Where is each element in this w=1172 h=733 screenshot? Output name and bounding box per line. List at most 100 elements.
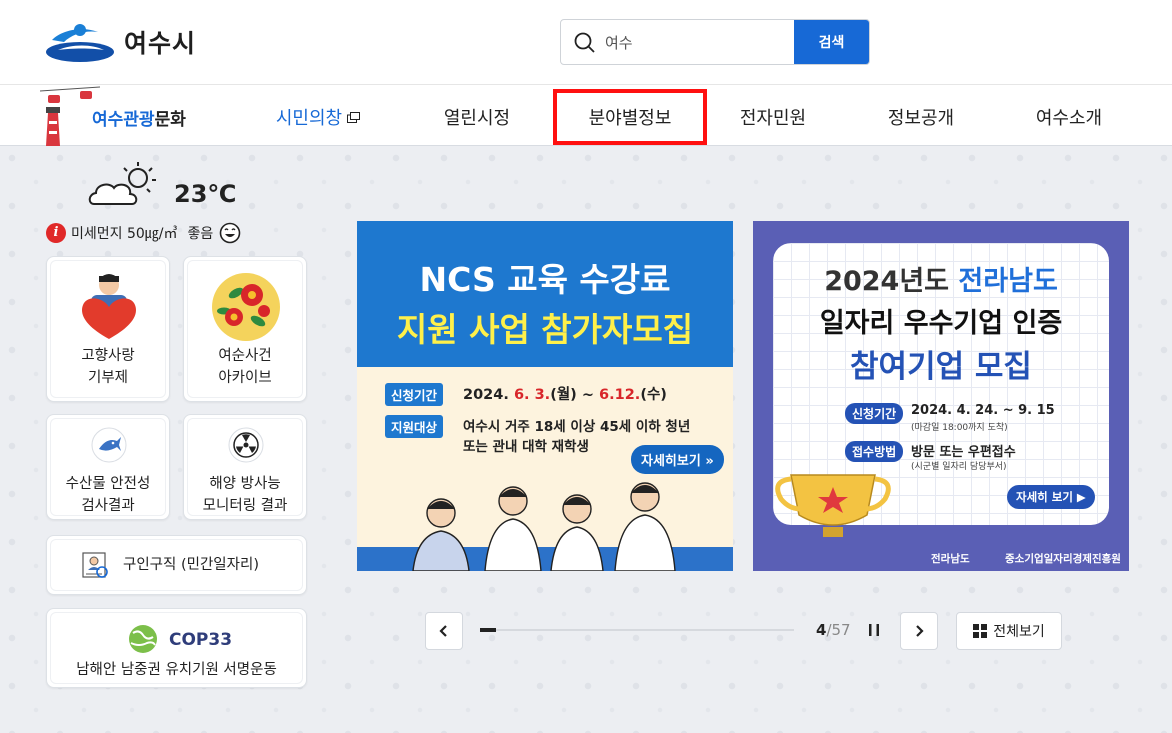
nav-label: 시민의창	[275, 108, 343, 129]
banner2-period: 2024. 4. 24. ~ 9. 15	[911, 403, 1055, 418]
view-all-button[interactable]: 전체보기	[956, 612, 1062, 650]
trophy-icon	[775, 474, 891, 537]
tile-hometown-donation[interactable]: 고향사랑 기부제	[46, 256, 170, 402]
search-icon	[574, 32, 595, 53]
period-part: 2024.	[463, 387, 509, 403]
banner1-title-line2: 지원 사업 참가자모집	[396, 310, 694, 349]
slider-counter: 4/57	[816, 621, 851, 639]
tour-label-black: 문화	[154, 110, 186, 130]
dust-label: 미세먼지 50㎍/㎥	[71, 226, 178, 242]
banner1-target-line2: 또는 관내 대학 재학생	[463, 439, 589, 455]
tour-label-blue: 여수관광	[92, 110, 155, 130]
banner2-method-sub: (시군별 일자리 담당부서)	[911, 462, 1007, 472]
tile-label-line1: 여순사건	[218, 348, 272, 364]
radiation-icon	[228, 427, 264, 463]
tile-label-line1: 해양 방사능	[209, 476, 281, 492]
chevron-left-icon	[439, 625, 447, 637]
tile-label-line1: 고향사랑	[81, 348, 135, 364]
tour-culture-label: 여수관광문화	[92, 105, 186, 130]
banner1-period: 2024. 6. 3.(월) ~ 6.12.(수)	[463, 383, 667, 404]
search-button[interactable]: 검색	[794, 20, 869, 64]
banner1-title-line1: NCS 교육 수강료	[419, 260, 671, 299]
info-icon: i	[46, 223, 66, 243]
nav-field-info[interactable]: 분야별정보	[553, 89, 707, 145]
banner2-more-button[interactable]: 자세히 보기 ▶	[1007, 485, 1095, 509]
nav-label: 여수소개	[1035, 108, 1103, 129]
tile-job-search[interactable]: 구인구직 (민간일자리)	[46, 535, 307, 595]
tile-label: 수산물 안전성 검사결과	[47, 473, 169, 517]
tile-label: 남해안 남중권 유치기원 서명운동	[76, 662, 277, 678]
site-logo[interactable]: 여수시	[42, 22, 196, 62]
cop33-globe-icon	[129, 625, 157, 653]
external-window-icon	[347, 111, 361, 123]
banner2-title-line2: 일자리 우수기업 인증	[819, 308, 1063, 339]
tile-label-line2: 모니터링 결과	[202, 498, 288, 514]
students-illustration	[357, 482, 733, 571]
slider-current: 4	[816, 621, 827, 639]
period-part: (수)	[640, 387, 667, 403]
tile-label-line2: 검사결과	[81, 498, 135, 514]
nav-about-yeosu[interactable]: 여수소개	[1010, 89, 1128, 145]
heart-person-icon	[82, 274, 136, 339]
grid-icon	[973, 624, 988, 638]
weather-widget: 23℃	[88, 160, 248, 220]
slider-progress-bar[interactable]	[480, 628, 794, 632]
slider-total: 57	[831, 621, 851, 639]
search-input[interactable]	[605, 20, 795, 64]
tile-label: 해양 방사능 모니터링 결과	[184, 473, 306, 517]
banner1-target-line1: 여수시 거주 18세 이상 45세 이하 청년	[463, 419, 691, 435]
banner2-title-line1: 2024년도 전라남도	[753, 259, 1129, 298]
nav-citizen-window[interactable]: 시민의창	[258, 89, 378, 145]
period-part-highlight: 6. 3.	[513, 387, 551, 403]
nav-e-civil-service[interactable]: 전자민원	[714, 89, 832, 145]
fish-search-icon	[91, 427, 127, 463]
header: 여수시 검색	[0, 0, 1172, 85]
tile-label-line1: 수산물 안전성	[65, 476, 151, 492]
banner1-tag-period: 신청기간	[385, 383, 444, 406]
nav-label: 전자민원	[739, 108, 807, 129]
temperature: 23℃	[174, 180, 237, 208]
period-part-highlight: 6.12.	[599, 387, 641, 403]
view-all-label: 전체보기	[993, 624, 1045, 640]
pause-icon[interactable]	[866, 622, 882, 638]
tile-label-line2: 기부제	[87, 370, 129, 386]
tile-label: 구인구직 (민간일자리)	[123, 557, 259, 573]
cop33-logo-text: COP33	[169, 630, 233, 650]
main-navigation: 여수관광문화 시민의창 열린시정 분야별정보 전자민원 정보공개 여수소개	[0, 85, 1172, 146]
yeosu-logo-icon	[46, 24, 114, 62]
fine-dust-status: i 미세먼지 50㎍/㎥ 좋음	[46, 222, 241, 244]
banner-ncs-education[interactable]: NCS 교육 수강료 지원 사업 참가자모집 신청기간 2024. 6. 3.(…	[357, 221, 733, 571]
camellia-flower-icon	[212, 273, 280, 341]
logo-text: 여수시	[124, 29, 197, 58]
banner2-footer-agency: 중소기업일자리경제진흥원	[1005, 553, 1121, 565]
period-part: (월) ~	[550, 387, 600, 403]
banner2-title-line3: 참여기업 모집	[850, 349, 1032, 385]
nav-label: 정보공개	[887, 108, 955, 129]
job-resume-icon	[82, 552, 108, 578]
tour-culture-link[interactable]: 여수관광문화	[40, 85, 210, 146]
banner1-more-button[interactable]: 자세히보기 »	[631, 445, 724, 474]
search-box: 검색	[560, 19, 870, 65]
banner1-tag-target: 지원대상	[385, 415, 444, 438]
nav-open-administration[interactable]: 열린시정	[418, 89, 536, 145]
tile-cop33-signature[interactable]: COP33 남해안 남중권 유치기원 서명운동	[46, 608, 307, 688]
tile-yeosun-archive[interactable]: 여순사건 아카이브	[183, 256, 307, 402]
slider-prev-button[interactable]	[425, 612, 463, 650]
slider-next-button[interactable]	[900, 612, 938, 650]
banner-jeonnam-job-company[interactable]: 2024년도 전라남도 일자리 우수기업 인증 참여기업 모집 신청기간 202…	[753, 221, 1129, 571]
banner2-method: 방문 또는 우편접수	[911, 445, 1016, 460]
tile-seafood-safety[interactable]: 수산물 안전성 검사결과	[46, 414, 170, 520]
nav-label: 열린시정	[443, 108, 511, 129]
nav-label: 분야별정보	[588, 108, 672, 129]
dust-status: 좋음	[187, 226, 214, 242]
banner2-tag-period: 신청기간	[845, 403, 904, 424]
tile-label: 여순사건 아카이브	[184, 345, 306, 389]
lighthouse-cablecar-icon	[40, 86, 100, 146]
nav-info-disclosure[interactable]: 정보공개	[862, 89, 980, 145]
tile-label-line2: 아카이브	[218, 370, 272, 386]
slider-progress-fill	[480, 628, 496, 632]
tile-radiation-monitoring[interactable]: 해양 방사능 모니터링 결과	[183, 414, 307, 520]
chevron-right-icon	[916, 625, 924, 637]
banner2-footer-jeonnam: 전라남도	[931, 553, 970, 565]
banner2-year: 2024년도	[824, 266, 959, 297]
